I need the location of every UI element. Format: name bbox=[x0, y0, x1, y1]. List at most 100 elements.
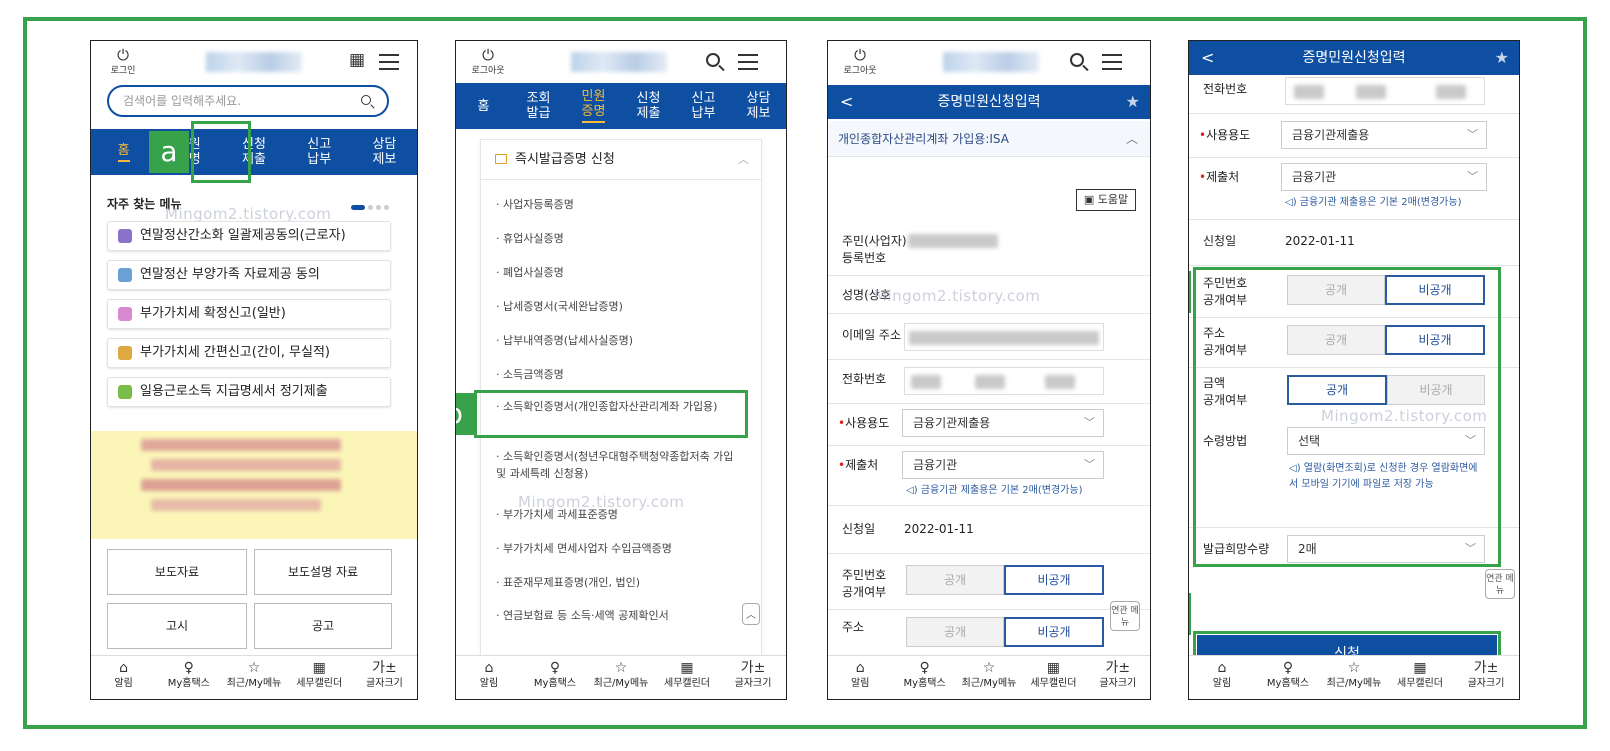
nav-application[interactable]: 신청 제출 bbox=[621, 83, 676, 129]
tab-my-hometax[interactable]: ♀ My홈택스 bbox=[892, 656, 956, 699]
bell-icon: ⌂ bbox=[855, 660, 865, 676]
tab-recent-menu[interactable]: ☆ 최근/My메뉴 bbox=[1321, 656, 1387, 699]
nav-tax-payment[interactable]: 신고 납부 bbox=[287, 129, 352, 175]
cert-item[interactable]: · 납부내역증명(납세사실증명) bbox=[496, 332, 746, 349]
folder-icon bbox=[495, 154, 507, 164]
tab-font-size[interactable]: 가± 글자크기 bbox=[352, 656, 417, 699]
favorite-item[interactable]: 부가가치세 확정신고(일반) bbox=[107, 299, 391, 329]
tab-tax-calendar[interactable]: ▦ 세무캘린더 bbox=[1021, 656, 1085, 699]
nav-tax-payment[interactable]: 신고 납부 bbox=[676, 83, 731, 129]
favorite-item[interactable]: 부가가치세 간편신고(간이, 무실적) bbox=[107, 338, 391, 368]
highlight-isa-item bbox=[474, 390, 748, 438]
chevron-up-icon[interactable]: ︿ bbox=[1126, 121, 1138, 157]
favorite-star-icon[interactable]: ★ bbox=[1126, 85, 1140, 119]
cert-item[interactable]: · 폐업사실증명 bbox=[496, 264, 746, 281]
main-nav: 홈 조회 발급 민원 증명 신청 제출 신고 납부 상담 제보 bbox=[456, 83, 786, 129]
nav-inquiry[interactable]: 조회 발급 bbox=[511, 83, 566, 129]
tab-alerts[interactable]: ⌂ 알림 bbox=[456, 656, 522, 699]
font-size-icon: 가± bbox=[372, 660, 397, 676]
label-address: 주소 bbox=[842, 620, 865, 634]
favorite-item[interactable]: 연말정산간소화 일괄제공동의(근로자) bbox=[107, 221, 391, 251]
highlight-options-section bbox=[1193, 267, 1501, 567]
promo-banner[interactable] bbox=[91, 431, 417, 539]
header: ⏻ 로그인 ▦ bbox=[91, 41, 417, 83]
nav-consultation[interactable]: 상담 제보 bbox=[731, 83, 786, 129]
email-field[interactable] bbox=[904, 323, 1104, 351]
help-button[interactable]: ▣ 도움말 bbox=[1076, 189, 1136, 211]
chevron-up-icon[interactable]: ︿ bbox=[738, 140, 749, 180]
tab-recent-menu[interactable]: ☆ 최근/My메뉴 bbox=[588, 656, 654, 699]
logo bbox=[206, 52, 302, 72]
hamburger-menu-icon[interactable] bbox=[379, 54, 399, 70]
submit-to-select[interactable]: 금융기관 ﹀ bbox=[1281, 163, 1487, 191]
screen-application-form: ⏻ 로그아웃 < 증명민원신청입력 ★ 개인종합자산관리계좌 가입용:ISA ︿… bbox=[827, 40, 1151, 700]
search-icon[interactable] bbox=[1070, 53, 1084, 67]
nav-civil-certificate[interactable]: 민원 증명 bbox=[566, 83, 621, 129]
address-public-option[interactable]: 공개 bbox=[906, 617, 1004, 647]
tab-recent-menu[interactable]: ☆ 최근/My메뉴 bbox=[221, 656, 286, 699]
tab-my-hometax[interactable]: ♀ My홈택스 bbox=[1255, 656, 1321, 699]
marker-a: a bbox=[149, 131, 189, 173]
card-header[interactable]: 즉시발급증명 신청 ︿ bbox=[481, 140, 761, 180]
notice-button[interactable]: 고시 bbox=[107, 603, 247, 649]
tab-tax-calendar[interactable]: ▦ 세무캘린더 bbox=[287, 656, 352, 699]
tab-alerts[interactable]: ⌂ 알림 bbox=[91, 656, 156, 699]
cert-item[interactable]: · 소득확인증명서(청년우대형주택청약종합저축 가입 및 과세특례 신청용) bbox=[496, 448, 746, 482]
usage-select[interactable]: 금융기관제출용 ﹀ bbox=[902, 409, 1104, 437]
announcement-button[interactable]: 공고 bbox=[254, 603, 392, 649]
label-date: 신청일 bbox=[842, 522, 876, 536]
tab-font-size[interactable]: 가± 글자크기 bbox=[1086, 656, 1150, 699]
nav-home[interactable]: 홈 bbox=[91, 129, 156, 175]
cert-item[interactable]: · 소득금액증명 bbox=[496, 366, 746, 383]
tab-tax-calendar[interactable]: ▦ 세무캘린더 bbox=[654, 656, 720, 699]
press-explanation-button[interactable]: 보도설명 자료 bbox=[254, 549, 392, 595]
rrn-public-option[interactable]: 공개 bbox=[906, 565, 1004, 595]
cert-item[interactable]: · 부가가치세 면세사업자 수입금액증명 bbox=[496, 540, 746, 557]
cert-item[interactable]: · 표준재무제표증명(개인, 법인) bbox=[496, 574, 746, 591]
submit-to-select[interactable]: 금융기관 ﹀ bbox=[902, 451, 1104, 479]
cert-item[interactable]: · 납세증명서(국세완납증명) bbox=[496, 298, 746, 315]
tab-alerts[interactable]: ⌂ 알림 bbox=[1189, 656, 1255, 699]
search-icon[interactable] bbox=[706, 53, 720, 67]
date-value: 2022-01-11 bbox=[1285, 234, 1355, 248]
hamburger-menu-icon[interactable] bbox=[738, 54, 758, 70]
qr-code-icon[interactable]: ▦ bbox=[349, 49, 365, 71]
hamburger-menu-icon[interactable] bbox=[1102, 54, 1122, 70]
nav-home[interactable]: 홈 bbox=[456, 83, 511, 129]
logout-button[interactable]: ⏻ 로그아웃 bbox=[468, 47, 508, 76]
back-icon[interactable]: < bbox=[840, 85, 853, 119]
tab-font-size[interactable]: 가± 글자크기 bbox=[720, 656, 786, 699]
cert-item[interactable]: · 연금보험료 등 소득·세액 공제확인서 bbox=[496, 607, 746, 624]
tab-recent-menu[interactable]: ☆ 최근/My메뉴 bbox=[957, 656, 1021, 699]
press-release-button[interactable]: 보도자료 bbox=[107, 549, 247, 595]
favorite-star-icon[interactable]: ★ bbox=[1495, 41, 1509, 75]
search-input[interactable]: 검색어를 입력해주세요. bbox=[107, 85, 389, 117]
cert-item[interactable]: · 사업자등록증명 bbox=[496, 196, 746, 213]
back-icon[interactable]: < bbox=[1201, 41, 1214, 75]
logout-button[interactable]: ⏻ 로그아웃 bbox=[840, 47, 880, 76]
tab-alerts[interactable]: ⌂ 알림 bbox=[828, 656, 892, 699]
usage-select[interactable]: 금융기관제출용 ﹀ bbox=[1281, 121, 1487, 149]
isa-subheader[interactable]: 개인종합자산관리계좌 가입용:ISA ︿ bbox=[828, 121, 1150, 157]
bottom-tab-bar: ⌂ 알림 ♀ My홈택스 ☆ 최근/My메뉴 ▦ 세무캘린더 가± 글자크기 bbox=[1189, 655, 1519, 699]
document-icon bbox=[118, 346, 132, 360]
phone-field[interactable] bbox=[1285, 77, 1485, 105]
favorite-item[interactable]: 일용근로소득 지급명세서 정기제출 bbox=[107, 377, 391, 407]
tab-tax-calendar[interactable]: ▦ 세무캘린더 bbox=[1387, 656, 1453, 699]
tab-font-size[interactable]: 가± 글자크기 bbox=[1453, 656, 1519, 699]
search-icon[interactable] bbox=[361, 95, 371, 105]
phone-field[interactable] bbox=[904, 367, 1104, 395]
address-private-option[interactable]: 비공개 bbox=[1004, 617, 1104, 647]
rrn-private-option[interactable]: 비공개 bbox=[1004, 565, 1104, 595]
related-menu-button[interactable]: 연관 메뉴 bbox=[1485, 569, 1515, 599]
highlight-civil-certificate bbox=[191, 121, 251, 183]
label-submit-to: •제출처 bbox=[1199, 170, 1240, 184]
related-menu-button[interactable]: 연관 메뉴 bbox=[1110, 601, 1140, 631]
scroll-top-button[interactable]: ︿ bbox=[742, 603, 760, 625]
tab-my-hometax[interactable]: ♀ My홈택스 bbox=[522, 656, 588, 699]
tab-my-hometax[interactable]: ♀ My홈택스 bbox=[156, 656, 221, 699]
login-button[interactable]: ⏻ 로그인 bbox=[103, 47, 143, 76]
cert-item[interactable]: · 휴업사실증명 bbox=[496, 230, 746, 247]
nav-consultation[interactable]: 상담 제보 bbox=[352, 129, 417, 175]
favorite-item[interactable]: 연말정산 부양가족 자료제공 동의 bbox=[107, 260, 391, 290]
